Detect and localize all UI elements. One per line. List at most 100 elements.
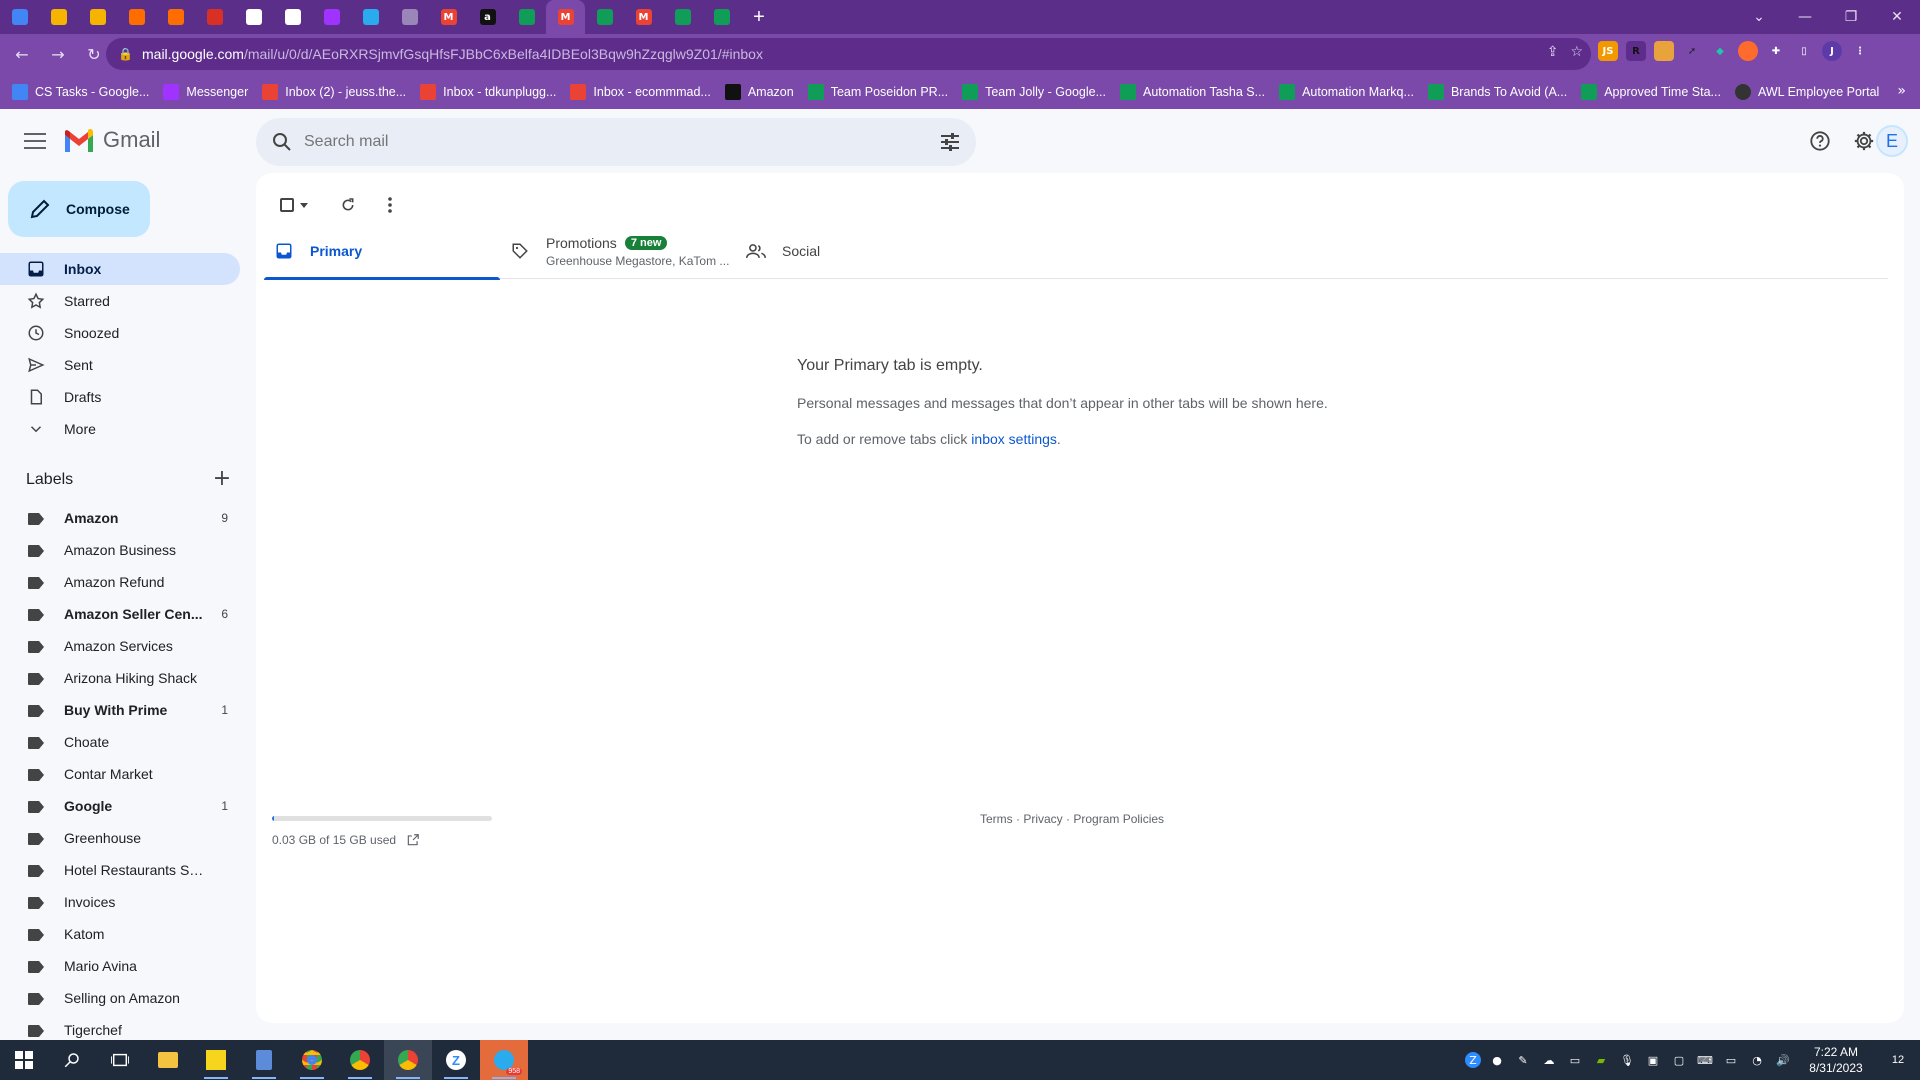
url-text[interactable]: mail.google.com/mail/u/0/d/AEoRXRSjmvfGs… xyxy=(142,46,763,62)
label-item[interactable]: Arizona Hiking Shack xyxy=(0,662,240,694)
label-item[interactable]: Mario Avina xyxy=(0,950,240,982)
r-extension-icon[interactable]: R xyxy=(1626,41,1646,61)
compose-button[interactable]: Compose xyxy=(8,181,150,237)
label-item[interactable]: Amazon 9 xyxy=(0,502,240,534)
keyboard-icon[interactable]: ⌨ xyxy=(1695,1052,1715,1068)
label-item[interactable]: Buy With Prime 1 xyxy=(0,694,240,726)
search-options-icon[interactable] xyxy=(938,130,962,154)
label-item[interactable]: Amazon Services xyxy=(0,630,240,662)
tab-primary[interactable]: Primary xyxy=(264,223,500,280)
nav-item-more[interactable]: More xyxy=(0,413,240,445)
nav-item-starred[interactable]: Starred xyxy=(0,285,240,317)
screen-icon[interactable]: ▢ xyxy=(1669,1052,1689,1068)
browser-tab[interactable]: M xyxy=(429,0,468,34)
browser-tab[interactable] xyxy=(351,0,390,34)
bookmark-item[interactable]: Brands To Avoid (A... xyxy=(1427,84,1567,100)
account-avatar[interactable]: E xyxy=(1876,125,1908,157)
notification-center-icon[interactable]: 12 xyxy=(1876,1040,1920,1080)
onedrive-icon[interactable]: ☁ xyxy=(1539,1052,1559,1068)
browser-tab[interactable] xyxy=(585,0,624,34)
bookmark-item[interactable]: Automation Markq... xyxy=(1279,84,1414,100)
bookmarks-overflow-icon[interactable]: » xyxy=(1897,83,1906,99)
inbox-settings-link[interactable]: inbox settings xyxy=(971,431,1057,447)
label-item[interactable]: Katom xyxy=(0,918,240,950)
refresh-icon[interactable] xyxy=(338,195,358,215)
puzzle-icon[interactable]: ✚ xyxy=(1766,41,1786,61)
display-icon[interactable]: ▣ xyxy=(1643,1052,1663,1068)
label-item[interactable]: Choate xyxy=(0,726,240,758)
drive-tray-icon[interactable]: ▭ xyxy=(1565,1052,1585,1068)
browser-tab[interactable] xyxy=(273,0,312,34)
browser-tab[interactable] xyxy=(312,0,351,34)
arrow-extension-icon[interactable]: ➚ xyxy=(1682,41,1702,61)
battery-icon[interactable]: ▭ xyxy=(1721,1052,1741,1068)
select-dropdown-icon[interactable] xyxy=(300,202,308,208)
taskbar-search-icon[interactable] xyxy=(48,1040,96,1080)
nav-item-snoozed[interactable]: Snoozed xyxy=(0,317,240,349)
label-item[interactable]: Hotel Restaurants Supply xyxy=(0,854,240,886)
bookmark-item[interactable]: CS Tasks - Google... xyxy=(12,84,149,100)
bookmark-item[interactable]: Amazon xyxy=(724,84,794,100)
diamond-extension-icon[interactable]: ◆ xyxy=(1710,41,1730,61)
forward-icon[interactable]: → xyxy=(44,41,72,69)
browser-tab[interactable] xyxy=(39,0,78,34)
main-menu-icon[interactable] xyxy=(22,129,48,153)
nav-item-drafts[interactable]: Drafts xyxy=(0,381,240,413)
pen-tray-icon[interactable]: ✎ xyxy=(1513,1052,1533,1068)
select-all-checkbox[interactable] xyxy=(280,198,294,212)
browser-tab[interactable] xyxy=(234,0,273,34)
browser-tab[interactable] xyxy=(507,0,546,34)
js-extension-icon[interactable]: JS xyxy=(1598,41,1618,61)
browser-tab[interactable] xyxy=(663,0,702,34)
calculator-icon[interactable] xyxy=(240,1040,288,1080)
more-options-icon[interactable] xyxy=(380,195,400,215)
sticky-notes-icon[interactable] xyxy=(192,1040,240,1080)
circle-extension-icon[interactable] xyxy=(1738,41,1758,61)
tab-search-icon[interactable]: ⌄ xyxy=(1736,0,1782,34)
search-icon[interactable] xyxy=(270,130,294,154)
label-item[interactable]: Selling on Amazon xyxy=(0,982,240,1014)
browser-tab[interactable]: M xyxy=(624,0,663,34)
windows-start-icon[interactable] xyxy=(0,1040,48,1080)
search-bar[interactable] xyxy=(256,118,976,166)
bookmark-item[interactable]: Messenger xyxy=(163,84,248,100)
label-item[interactable]: Amazon Refund xyxy=(0,566,240,598)
label-item[interactable]: Greenhouse xyxy=(0,822,240,854)
label-item[interactable]: Amazon Business xyxy=(0,534,240,566)
chrome-icon[interactable] xyxy=(288,1040,336,1080)
open-in-new-icon[interactable] xyxy=(406,833,420,847)
side-panel-icon[interactable]: ▯ xyxy=(1794,41,1814,61)
telegram-taskbar-icon[interactable]: 958 xyxy=(480,1040,528,1080)
search-input[interactable] xyxy=(304,133,904,151)
privacy-link[interactable]: Privacy xyxy=(1023,812,1062,826)
label-item[interactable]: Tigerchef xyxy=(0,1014,240,1040)
minimize-button[interactable]: — xyxy=(1782,0,1828,34)
terms-link[interactable]: Terms xyxy=(980,812,1013,826)
label-item[interactable]: Invoices xyxy=(0,886,240,918)
browser-tab[interactable] xyxy=(702,0,741,34)
nav-item-inbox[interactable]: Inbox xyxy=(0,253,240,285)
browser-tab[interactable]: a xyxy=(468,0,507,34)
task-view-icon[interactable] xyxy=(96,1040,144,1080)
program-policies-link[interactable]: Program Policies xyxy=(1073,812,1164,826)
bookmark-item[interactable]: Inbox (2) - jeuss.the... xyxy=(262,84,406,100)
browser-tab[interactable] xyxy=(78,0,117,34)
share-icon[interactable]: ⇪ xyxy=(1547,44,1559,60)
taskbar-clock[interactable]: 7:22 AM 8/31/2023 xyxy=(1796,1044,1876,1076)
browser-tab[interactable] xyxy=(195,0,234,34)
browser-tab[interactable] xyxy=(390,0,429,34)
help-icon[interactable] xyxy=(1804,125,1836,157)
wifi-icon[interactable]: ◔ xyxy=(1747,1052,1767,1068)
restore-button[interactable]: ❐ xyxy=(1828,0,1874,34)
tab-promotions[interactable]: Promotions 7 new Greenhouse Megastore, K… xyxy=(500,223,736,279)
menu-kebab-icon[interactable]: ⋮ xyxy=(1850,41,1870,61)
tab-social[interactable]: Social xyxy=(736,223,972,279)
close-window-button[interactable]: ✕ xyxy=(1874,0,1920,34)
bookmark-item[interactable]: Team Poseidon PR... xyxy=(807,84,948,100)
bookmark-item[interactable]: Approved Time Sta... xyxy=(1581,84,1721,100)
chrome-tray-icon[interactable]: ● xyxy=(1487,1052,1507,1068)
chrome-icon[interactable] xyxy=(336,1040,384,1080)
microphone-icon[interactable]: 🎙 xyxy=(1617,1052,1637,1068)
zoom-icon[interactable]: Z xyxy=(432,1040,480,1080)
browser-tab[interactable] xyxy=(117,0,156,34)
